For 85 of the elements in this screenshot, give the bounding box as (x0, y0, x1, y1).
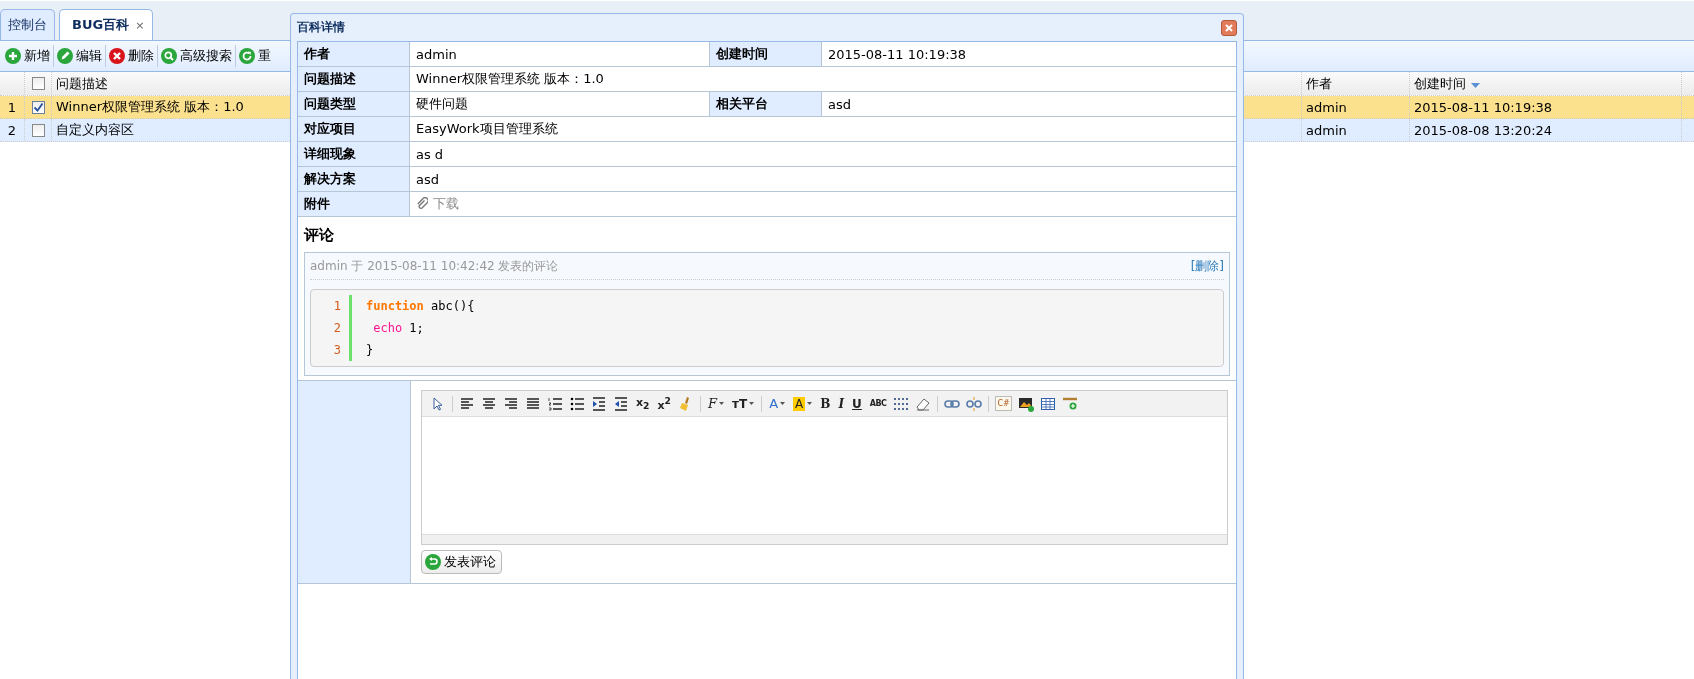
row-number: 2 (0, 119, 25, 141)
field-label: 问题描述 (298, 67, 410, 91)
align-right-icon[interactable] (503, 395, 519, 412)
table-cell: 2015-08-08 13:20:24 (1410, 119, 1682, 141)
pencil-icon (57, 48, 73, 64)
field-value: 2015-08-11 10:19:38 (828, 46, 967, 62)
code-line: echo 1; (372, 320, 425, 337)
field-value: as d (416, 146, 444, 162)
section-title: 评论 (304, 225, 335, 246)
checkbox[interactable] (31, 100, 45, 114)
field-label: 问题类型 (298, 92, 410, 116)
caret-icon (719, 402, 724, 405)
toolbar-button[interactable]: 重 (236, 43, 274, 69)
checkbox[interactable] (31, 77, 45, 90)
column-header[interactable]: 作者 (1306, 74, 1332, 93)
submit-button[interactable]: 发表评论 (421, 550, 502, 574)
align-left-icon[interactable] (459, 395, 475, 412)
refresh-icon (239, 48, 255, 64)
field-label: 详细现象 (298, 142, 410, 166)
code-button[interactable]: C# (995, 396, 1012, 411)
line-number: 1 (332, 298, 341, 315)
field-value: asd (828, 96, 851, 112)
insert-line-icon[interactable] (1061, 395, 1078, 412)
close-icon[interactable]: × (135, 18, 145, 32)
line-number: 2 (332, 320, 341, 337)
superscript-button[interactable]: x$^{2}$ (656, 394, 672, 413)
field-value: Winner权限管理系统 版本：1.0 (416, 70, 604, 88)
table-cell: admin (1302, 96, 1410, 118)
outdent-icon[interactable] (613, 395, 629, 412)
font-color-button[interactable]: A (768, 394, 787, 413)
table-cell: 2015-08-11 10:19:38 (1410, 96, 1682, 118)
italic-button[interactable]: I (837, 394, 846, 413)
download-link[interactable]: 下载 (416, 195, 459, 213)
highlight-color-button[interactable]: A (792, 394, 814, 413)
delete-icon (109, 48, 125, 64)
field-value: 硬件问题 (416, 95, 468, 113)
plus-icon (5, 48, 21, 64)
field-label: 解决方案 (298, 167, 410, 191)
toolbar-button[interactable]: 新增 (2, 43, 53, 69)
table-cell: admin (1302, 119, 1410, 141)
numbered-list-icon[interactable] (547, 395, 563, 412)
close-button[interactable] (1221, 19, 1237, 36)
justify-icon[interactable] (525, 395, 541, 412)
dialog-title: 百科详情 (297, 19, 345, 36)
field-value: admin (416, 46, 457, 62)
field-value: EasyWork项目管理系统 (416, 120, 558, 138)
dotted-grid-icon[interactable] (893, 395, 910, 412)
caret-icon (749, 402, 755, 405)
strikethrough-button[interactable]: ABC (868, 394, 888, 413)
field-label: 相关平台 (710, 92, 822, 116)
search-icon (161, 48, 177, 64)
tab[interactable]: 控制台 (0, 9, 55, 40)
image-icon[interactable] (1017, 395, 1034, 412)
font-family-button[interactable]: F (706, 394, 725, 413)
code-line: } (366, 342, 375, 359)
field-label: 作者 (298, 42, 410, 66)
caret-icon (780, 402, 786, 405)
table-icon[interactable] (1039, 395, 1056, 412)
toolbar-button[interactable]: 删除 (106, 43, 157, 69)
subscript-button[interactable]: x$_{2}$ (635, 394, 651, 413)
comment-meta: admin 于 2015-08-11 10:42:42 发表的评论 (310, 257, 559, 275)
paperclip-icon (416, 197, 428, 211)
tab[interactable]: BUG百科 × (59, 9, 154, 40)
field-label: 附件 (298, 192, 410, 216)
close-icon (1224, 22, 1234, 33)
caret-icon (807, 402, 813, 405)
underline-button[interactable]: U (851, 394, 863, 413)
bold-button[interactable]: B (819, 394, 832, 413)
field-value: asd (416, 171, 439, 187)
broken-link-icon[interactable] (966, 395, 983, 412)
font-size-button[interactable]: тT (731, 394, 756, 413)
column-header[interactable]: 创建时间 (1414, 74, 1466, 93)
row-number: 1 (0, 96, 25, 118)
indent-icon[interactable] (591, 395, 607, 412)
delete-link[interactable]: [删除] (1190, 257, 1224, 275)
align-center-icon[interactable] (481, 395, 497, 412)
field-label: 对应项目 (298, 117, 410, 141)
column-header[interactable]: 问题描述 (56, 74, 108, 93)
toolbar-button[interactable]: 编辑 (54, 43, 105, 69)
bullet-list-icon[interactable] (569, 395, 585, 412)
checkbox[interactable] (31, 123, 45, 137)
toolbar-button[interactable]: 高级搜索 (158, 43, 235, 69)
field-label: 创建时间 (710, 42, 822, 66)
code-line: function abc(){ (366, 298, 475, 315)
line-number: 3 (332, 342, 341, 359)
